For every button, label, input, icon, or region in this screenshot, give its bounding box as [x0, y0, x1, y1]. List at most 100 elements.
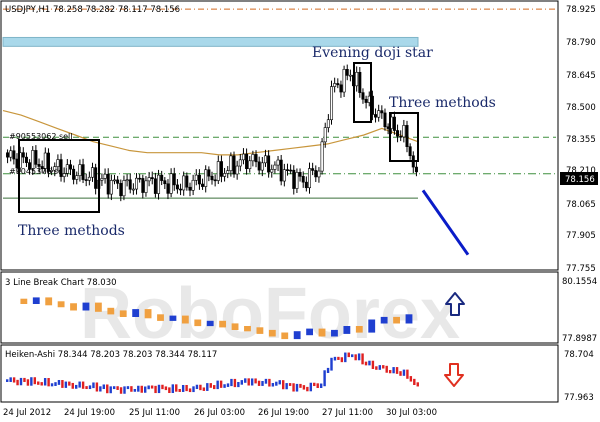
candle-body	[75, 175, 79, 180]
candle-body	[194, 174, 198, 181]
heiken-ashi-bar	[123, 386, 126, 394]
line-break-bar	[82, 302, 90, 311]
heiken-ashi-bar	[12, 377, 16, 383]
line-break-bar	[32, 297, 40, 304]
candle-body	[109, 180, 113, 195]
chart-canvas: RoboForex Evening doji star Three method…	[0, 0, 600, 422]
heiken-ashi-bar	[95, 382, 99, 392]
candle-body	[392, 116, 396, 131]
candle-body	[106, 173, 110, 195]
heiken-ashi-bar	[354, 354, 357, 361]
heiken-ashi-bar	[347, 352, 350, 358]
heiken-ashi-bar	[230, 378, 233, 387]
candle-body	[78, 164, 82, 176]
line-break-bar	[157, 314, 164, 321]
level-tag-sell-2: #9045376 sell	[9, 167, 67, 176]
line-break-bar	[45, 297, 53, 306]
heiken-ashi-bar	[209, 383, 212, 388]
heiken-ashi-bar	[313, 382, 316, 387]
heiken-ashi-bar	[168, 387, 171, 394]
candle-body	[333, 83, 337, 87]
heiken-ashi-bar	[268, 378, 271, 387]
line-break-tick-bottom: 77.8987	[562, 334, 597, 344]
time-tick: 26 Jul 03:00	[194, 408, 245, 418]
candle-body	[131, 188, 135, 191]
heiken-ashi-bar	[285, 383, 288, 390]
candle-body	[326, 119, 330, 128]
candle-body	[330, 86, 334, 121]
line-break-bar	[219, 320, 227, 328]
heiken-ashi-bar	[299, 383, 302, 388]
heiken-ashi-bar	[40, 382, 43, 386]
heiken-ashi-bar	[71, 382, 74, 389]
candle-body	[336, 83, 340, 86]
heiken-ashi-bar	[33, 377, 37, 385]
price-axis-main: 78.925 78.790 78.645 78.500 78.355 78.21…	[566, 5, 596, 274]
candle-body	[141, 178, 145, 193]
line-break-bar	[368, 319, 376, 333]
candle-body	[282, 169, 286, 182]
candle-body	[160, 174, 164, 181]
heiken-ashi-bar	[326, 367, 330, 373]
candle-body	[119, 183, 123, 197]
candle-body	[210, 175, 214, 181]
heiken-ashi-bar	[288, 383, 292, 386]
heiken-ashi-bar	[330, 357, 333, 371]
candle-body	[289, 169, 293, 172]
time-tick: 24 Jul 2012	[3, 408, 51, 418]
price-tick: 78.645	[566, 71, 596, 81]
heiken-ashi-bar	[261, 381, 264, 386]
heiken-ashi-bar	[9, 377, 12, 382]
heiken-ashi-bar	[306, 386, 309, 392]
candle-body	[276, 159, 280, 166]
candle-body	[68, 164, 72, 170]
line-break-bar	[132, 309, 140, 317]
heiken-ashi-bar	[371, 360, 375, 369]
candle-body	[235, 165, 239, 175]
candle-body	[254, 154, 258, 163]
heiken-ashi-bar	[106, 384, 109, 394]
heiken-ashi-bar	[368, 360, 371, 366]
candle-body	[135, 177, 139, 190]
candle-body	[94, 167, 98, 189]
candle-body	[169, 173, 173, 194]
time-tick: 30 Jul 03:00	[386, 408, 437, 418]
line-break-bar	[268, 329, 276, 337]
candle-body	[116, 179, 120, 184]
candle-body	[188, 186, 192, 191]
candle-body	[226, 170, 230, 174]
heiken-ashi-bar	[247, 378, 250, 386]
candle-body	[100, 178, 104, 181]
heiken-ashi-bar	[37, 381, 40, 385]
candle-body	[245, 153, 249, 170]
candle-body	[386, 126, 390, 129]
heiken-ashi-bar	[344, 352, 347, 363]
heiken-ashi-bar	[133, 388, 137, 392]
price-tick: 78.065	[566, 200, 596, 210]
heiken-ashi-bar	[375, 366, 378, 370]
line-break-bar	[194, 319, 202, 327]
candle-body	[323, 127, 327, 143]
heiken-ashi-bar	[137, 385, 140, 392]
time-tick: 27 Jul 11:00	[322, 408, 373, 418]
heiken-ashi-bar	[219, 380, 223, 388]
candle-body	[185, 175, 189, 188]
line-break-bar	[331, 329, 338, 337]
candle-body	[150, 177, 154, 180]
heiken-ashi-bar	[357, 353, 361, 361]
heiken-ashi-bar	[126, 386, 130, 390]
candle-body	[125, 179, 129, 182]
heiken-ashi-bar	[140, 385, 143, 393]
line-break-bar	[119, 310, 127, 317]
candle-body	[232, 155, 236, 175]
candle-body	[364, 98, 368, 103]
heiken-ashi-bar	[292, 383, 295, 392]
heiken-ashi-bar	[85, 386, 88, 390]
candle-body	[213, 179, 217, 182]
heiken-ashi-bar	[161, 384, 164, 390]
heiken-ashi-bar	[295, 383, 299, 392]
candle-body	[345, 69, 349, 76]
heiken-ashi-bar	[157, 384, 161, 394]
candle-body	[317, 170, 321, 178]
heiken-ashi-bar	[99, 386, 102, 392]
